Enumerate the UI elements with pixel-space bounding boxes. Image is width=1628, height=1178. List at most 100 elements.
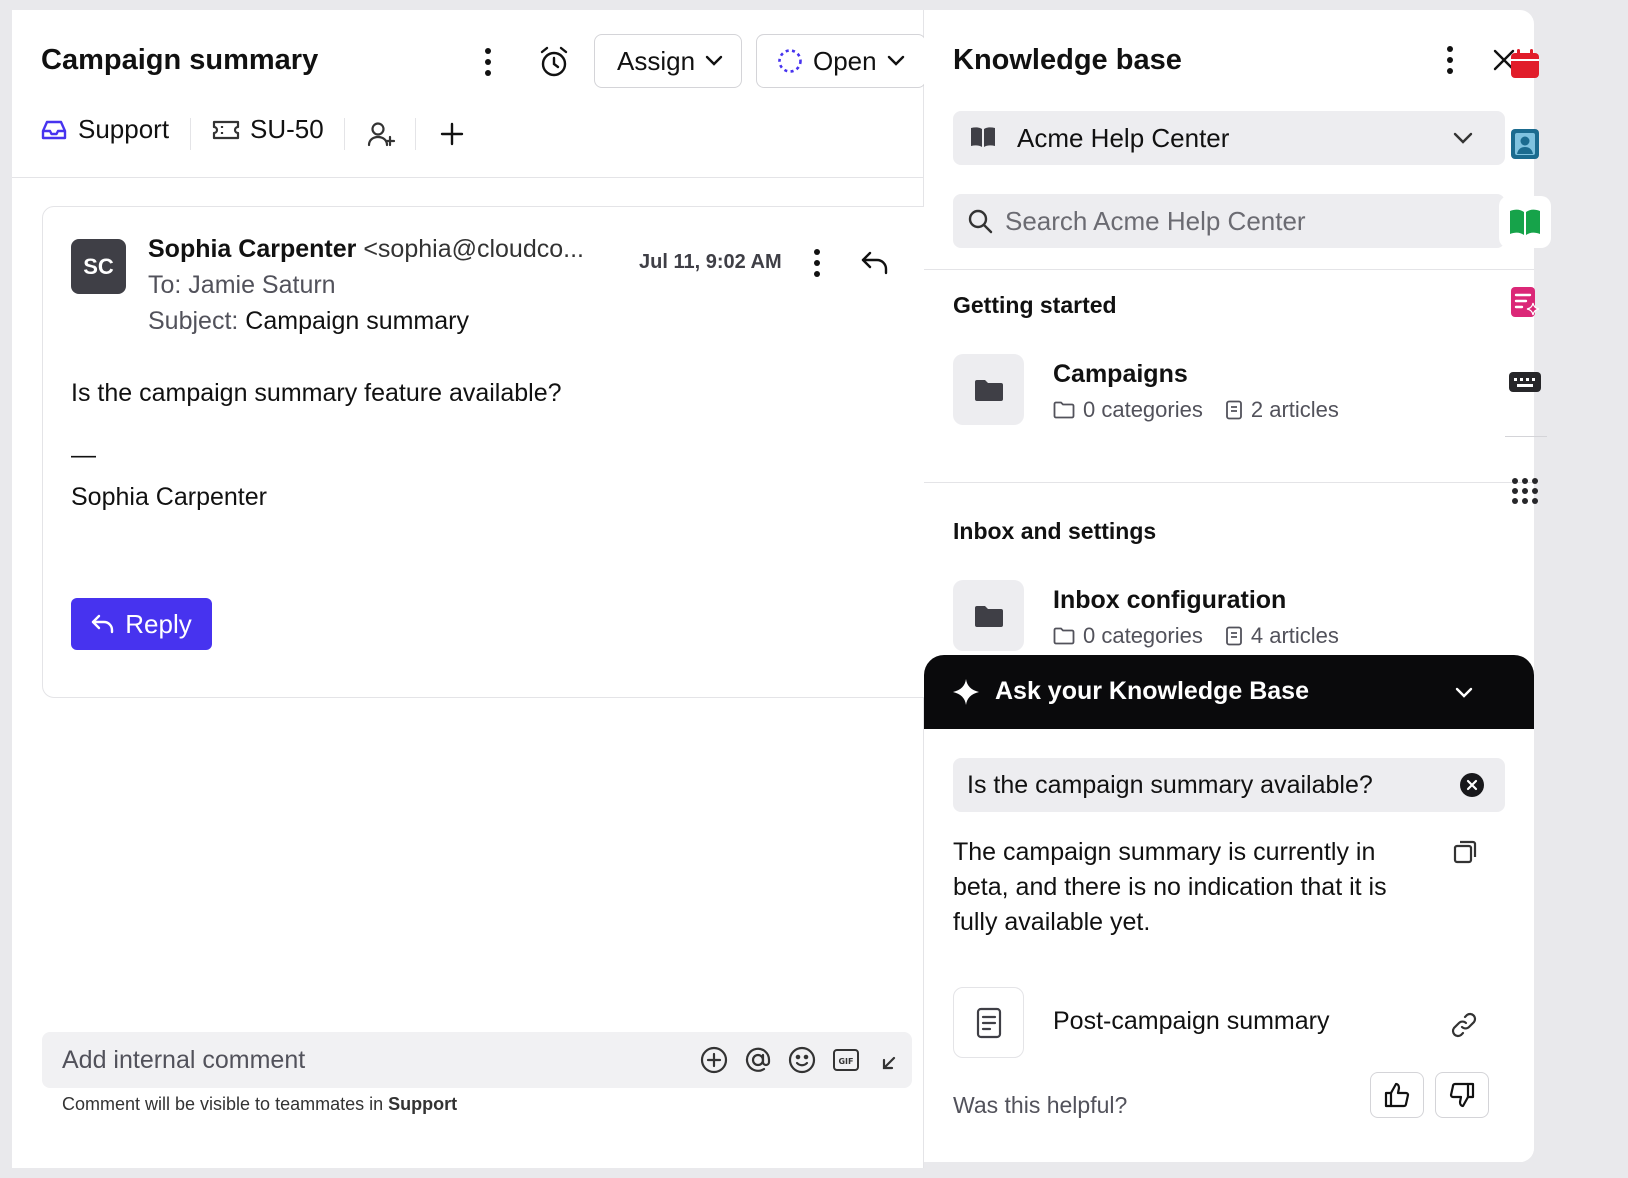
- email-to: To: Jamie Saturn: [148, 271, 336, 299]
- kb-more-options-button[interactable]: [1434, 40, 1466, 80]
- collapse-arrow-icon: [882, 1056, 896, 1070]
- svg-text:GIF: GIF: [838, 1057, 853, 1066]
- avatar: SC: [71, 239, 126, 294]
- comment-note-inbox: Support: [388, 1094, 458, 1114]
- conversation-title: Campaign summary: [41, 44, 319, 76]
- plus-icon: [440, 122, 464, 146]
- status-button[interactable]: Open: [756, 34, 926, 88]
- emoji-button[interactable]: [786, 1044, 818, 1076]
- assign-button[interactable]: Assign: [594, 34, 742, 88]
- help-center-select[interactable]: Acme Help Center: [953, 111, 1505, 165]
- apps-grid-icon: [1512, 478, 1538, 504]
- at-sign-icon: [745, 1047, 771, 1072]
- source-article-tile[interactable]: [953, 987, 1024, 1058]
- reply-arrow-icon: [92, 614, 114, 634]
- link-icon: [1451, 1012, 1477, 1038]
- keyboard-icon: [1509, 372, 1541, 392]
- inbox-tag-label: Support: [78, 114, 170, 144]
- helpful-prompt: Was this helpful?: [953, 1092, 1128, 1118]
- plus-circle-icon: [700, 1046, 728, 1074]
- ticket-tag[interactable]: SU-50: [212, 114, 324, 145]
- clear-icon: [1460, 773, 1484, 797]
- articles-count: 2 articles: [1250, 397, 1339, 422]
- copy-answer-button[interactable]: [1448, 835, 1482, 869]
- gif-button[interactable]: GIF: [830, 1044, 862, 1076]
- more-options-button[interactable]: [472, 42, 504, 82]
- message-options-button[interactable]: [801, 243, 833, 283]
- source-article-name[interactable]: Post-campaign summary: [1053, 1007, 1329, 1036]
- ask-kb-title: Ask your Knowledge Base: [995, 677, 1309, 705]
- article-icon: [976, 1007, 1001, 1038]
- book-icon: [971, 127, 995, 147]
- chevron-down-icon: [705, 55, 723, 66]
- folder-icon: [974, 605, 1003, 627]
- inbox-tag[interactable]: Support: [40, 114, 169, 145]
- ask-kb-header[interactable]: Ask your Knowledge Base: [924, 655, 1534, 729]
- contacts-app-button[interactable]: [1499, 118, 1551, 170]
- add-tag-button[interactable]: [432, 114, 472, 154]
- categories-count: 0 categories: [1083, 623, 1203, 648]
- sender-email: <sophia@cloudco...: [363, 235, 584, 263]
- conversation-panel: Campaign summary Assign Open Support SU-…: [12, 10, 942, 1168]
- attach-button[interactable]: [698, 1044, 730, 1076]
- alarm-clock-icon: [540, 46, 568, 77]
- section-title-inbox-settings: Inbox and settings: [953, 518, 1157, 544]
- collection-tile-inbox-configuration[interactable]: [953, 580, 1024, 651]
- chevron-down-icon: [1453, 132, 1473, 144]
- chevron-down-icon: [887, 55, 904, 66]
- more-vertical-icon: [814, 249, 820, 277]
- signature-name: Sophia Carpenter: [71, 483, 267, 511]
- collection-tile-campaigns[interactable]: [953, 354, 1024, 425]
- calendar-app-button[interactable]: [1499, 38, 1551, 90]
- thumbs-down-button[interactable]: [1435, 1072, 1489, 1118]
- snooze-button[interactable]: [532, 40, 576, 84]
- apps-menu-button[interactable]: [1499, 465, 1551, 517]
- kb-search-field[interactable]: [953, 194, 1505, 248]
- sender-name[interactable]: Sophia Carpenter: [148, 235, 356, 263]
- search-icon: [968, 209, 993, 234]
- reply-button[interactable]: Reply: [71, 598, 212, 650]
- ticket-icon: [212, 120, 240, 139]
- folder-outline-icon: [1053, 401, 1075, 419]
- add-participant-button[interactable]: [362, 114, 402, 154]
- reply-label: Reply: [125, 608, 192, 639]
- document-icon: [1225, 400, 1242, 420]
- comment-note-text: Comment will be visible to teammates in: [62, 1094, 384, 1114]
- thumbs-up-button[interactable]: [1370, 1072, 1424, 1118]
- reply-icon-button[interactable]: [855, 243, 895, 283]
- ask-question-field[interactable]: Is the campaign summary available?: [953, 758, 1505, 812]
- help-center-select-label: Acme Help Center: [1017, 123, 1230, 153]
- divider: [344, 118, 345, 150]
- expand-composer-button[interactable]: [876, 1044, 908, 1076]
- thumbs-down-icon: [1449, 1082, 1475, 1108]
- knowledge-base-app-button[interactable]: [1499, 196, 1551, 248]
- copy-link-button[interactable]: [1446, 1007, 1482, 1043]
- comment-placeholder[interactable]: Add internal comment: [62, 1046, 305, 1075]
- collection-meta: 0 categories 4 articles: [1053, 623, 1339, 649]
- divider: [415, 118, 416, 150]
- status-open-icon: [778, 49, 802, 73]
- divider: [190, 118, 191, 150]
- calendar-icon: [1511, 49, 1539, 78]
- keyboard-shortcuts-button[interactable]: [1499, 356, 1551, 408]
- ai-notes-app-button[interactable]: [1499, 276, 1551, 328]
- smiley-icon: [788, 1046, 816, 1074]
- rail-divider: [1505, 436, 1547, 437]
- comment-composer[interactable]: Add internal comment GIF: [42, 1032, 912, 1088]
- contact-card-icon: [1511, 129, 1539, 159]
- ask-knowledge-base-panel: Ask your Knowledge Base Is the campaign …: [924, 655, 1534, 1162]
- clear-question-button[interactable]: [1459, 772, 1485, 798]
- email-subject: Subject: Campaign summary: [148, 307, 469, 336]
- collection-name-campaigns[interactable]: Campaigns: [1053, 360, 1188, 389]
- add-user-icon: [367, 122, 396, 147]
- ask-question-text[interactable]: Is the campaign summary available?: [967, 771, 1373, 800]
- knowledge-book-icon: [1510, 209, 1540, 235]
- kb-search-input[interactable]: [1005, 202, 1485, 240]
- divider: [924, 269, 1534, 270]
- categories-count: 0 categories: [1083, 397, 1203, 422]
- collection-meta: 0 categories 2 articles: [1053, 397, 1339, 423]
- signature-dash: —: [71, 441, 96, 469]
- folder-outline-icon: [1053, 627, 1075, 645]
- collection-name-inbox-configuration[interactable]: Inbox configuration: [1053, 586, 1286, 615]
- mention-button[interactable]: [742, 1044, 774, 1076]
